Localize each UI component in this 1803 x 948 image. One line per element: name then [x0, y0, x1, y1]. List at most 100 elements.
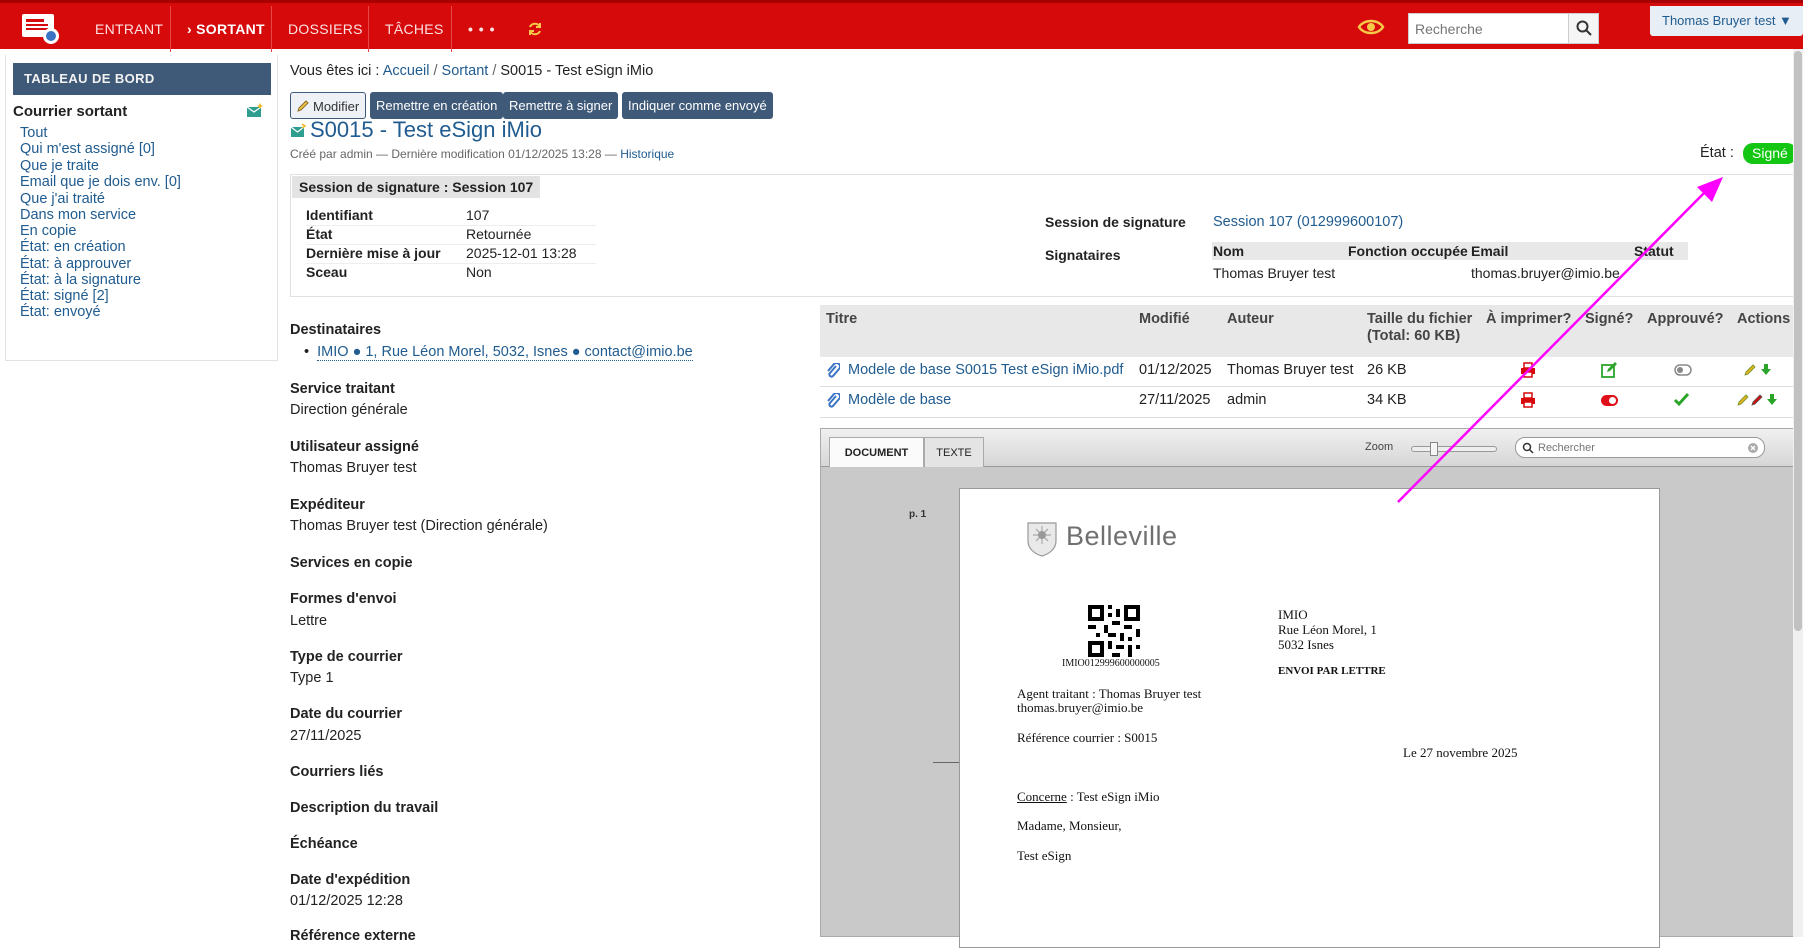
letter-date: Le 27 novembre 2025: [1403, 745, 1518, 760]
attachment-icon: [827, 363, 840, 378]
field-label-expediteur: Expéditeur: [290, 497, 365, 513]
field-value-service-traitant: Direction générale: [290, 402, 408, 418]
recipient-item: • IMIO ● 1, Rue Léon Morel, 5032, Isnes …: [304, 344, 693, 361]
state-label: État :: [1700, 145, 1734, 161]
breadcrumb-separator: /: [492, 63, 497, 79]
qr-code: [1088, 605, 1140, 657]
field-value-utilisateur: Thomas Bruyer test: [290, 460, 417, 476]
edit-red-pencil-icon[interactable]: [1751, 393, 1763, 406]
sidebar-item-signature[interactable]: État: à la signature: [20, 272, 141, 288]
session-field-value: Retournée: [466, 226, 532, 242]
edit-pencil-icon[interactable]: [1737, 393, 1749, 406]
edit-pencil-icon[interactable]: [1744, 363, 1756, 376]
search-box: [1408, 13, 1599, 44]
field-label-formes-envoi: Formes d'envoi: [290, 591, 397, 607]
session-field-label: Dernière mise à jour: [306, 245, 441, 261]
recipient-address: IMIO: [1278, 607, 1308, 622]
breadcrumb-prefix: Vous êtes ici :: [290, 63, 380, 79]
search-icon: [1576, 20, 1592, 36]
sidebar-item-copie[interactable]: En copie: [20, 223, 76, 239]
nav-more[interactable]: • • •: [451, 6, 511, 52]
sidebar-header[interactable]: TABLEAU DE BORD: [13, 63, 271, 95]
clear-icon[interactable]: [1747, 442, 1759, 454]
attachment-icon: [827, 393, 840, 408]
file-author: Thomas Bruyer test: [1227, 362, 1354, 378]
search-input[interactable]: [1409, 14, 1559, 43]
field-label-utilisateur: Utilisateur assigné: [290, 439, 419, 455]
sidebar-item-tout[interactable]: Tout: [20, 125, 47, 141]
sidebar-item-envoye[interactable]: État: envoyé: [20, 304, 101, 320]
field-value-formes-envoi: Lettre: [290, 613, 328, 629]
download-arrow-icon[interactable]: [1760, 363, 1772, 376]
sidebar-title: Courrier sortant: [13, 103, 128, 120]
breadcrumb-sortant[interactable]: Sortant: [442, 63, 489, 79]
signers-label: Signataires: [1045, 247, 1121, 263]
sidebar-item-email[interactable]: Email que je dois env. [0]: [20, 174, 181, 190]
session-field-label: Identifiant: [306, 207, 373, 223]
file-author: admin: [1227, 392, 1267, 408]
file-date: 27/11/2025: [1139, 392, 1211, 408]
tab-document[interactable]: DOCUMENT: [829, 437, 924, 467]
download-arrow-icon[interactable]: [1766, 393, 1778, 406]
search-button[interactable]: [1568, 14, 1598, 43]
sidebar: TABLEAU DE BORD Courrier sortant Tout Qu…: [5, 55, 278, 361]
envoi-type: ENVOI PAR LETTRE: [1278, 665, 1386, 677]
sidebar-item-approuver[interactable]: État: à approuver: [20, 256, 131, 272]
app-logo-icon[interactable]: [20, 11, 64, 45]
page-scrollbar[interactable]: [1793, 49, 1803, 937]
eye-icon[interactable]: [1357, 16, 1385, 38]
state-badge: Signé: [1743, 143, 1797, 164]
annotation-arrow: [1397, 177, 1723, 503]
sidebar-item-creation[interactable]: État: en création: [20, 239, 126, 255]
nav-entrant[interactable]: ENTRANT: [79, 6, 179, 52]
tab-texte[interactable]: TEXTE: [924, 437, 984, 467]
sidebar-item-que-je-traite[interactable]: Que je traite: [20, 158, 99, 174]
col-header-modifie: Modifié: [1133, 305, 1221, 357]
history-link[interactable]: Historique: [620, 147, 674, 161]
session-link-label: Session de signature: [1045, 214, 1186, 230]
concerne-label: Concerne: [1017, 789, 1067, 804]
session-link[interactable]: Session 107 (012999600107): [1213, 214, 1403, 230]
col-header-titre: Titre: [820, 305, 1133, 357]
letter-salutation: Madame, Monsieur,: [1017, 818, 1122, 833]
breadcrumb-home[interactable]: Accueil: [383, 63, 430, 79]
sidebar-item-assigned[interactable]: Qui m'est assigné [0]: [20, 141, 155, 157]
divider: [306, 263, 596, 264]
breadcrumb: Vous êtes ici : Accueil / Sortant / S001…: [290, 63, 653, 79]
modifier-button[interactable]: Modifier: [290, 92, 367, 119]
field-value-type-courrier: Type 1: [290, 670, 334, 686]
sidebar-item-service[interactable]: Dans mon service: [20, 207, 136, 223]
file-title-link[interactable]: Modèle de base: [848, 392, 951, 408]
session-title: Session de signature : Session 107: [292, 176, 541, 198]
fold-mark: [933, 762, 961, 763]
file-title-link[interactable]: Modele de base S0015 Test eSign iMio.pdf: [848, 362, 1123, 378]
nav-dossiers[interactable]: DOSSIERS: [271, 6, 379, 52]
new-mail-icon[interactable]: [246, 103, 264, 118]
zoom-label: Zoom: [1365, 441, 1394, 453]
signer-name: Thomas Bruyer test: [1213, 265, 1336, 281]
nav-sortant[interactable]: › SORTANT: [170, 6, 281, 52]
sidebar-item-signe[interactable]: État: signé [2]: [20, 288, 109, 304]
indiquer-envoye-button[interactable]: Indiquer comme envoyé: [622, 92, 773, 119]
refresh-icon[interactable]: [527, 21, 543, 37]
nav-taches[interactable]: TÂCHES: [368, 6, 460, 52]
modifier-label: Modifier: [313, 99, 360, 114]
qr-code-label: IMIO012999600000005: [1062, 658, 1160, 669]
scrollbar-thumb[interactable]: [1794, 51, 1802, 631]
recipient-link[interactable]: IMIO ● 1, Rue Léon Morel, 5032, Isnes ● …: [317, 344, 693, 361]
divider: [306, 225, 596, 226]
pencil-icon: [297, 100, 309, 112]
breadcrumb-separator: /: [433, 63, 438, 79]
field-label-courriers-lies: Courriers liés: [290, 764, 384, 780]
byline-text: Créé par admin — Dernière modification 0…: [290, 147, 617, 161]
field-label-services-copie: Services en copie: [290, 555, 413, 571]
user-menu[interactable]: Thomas Bruyer test ▼: [1650, 6, 1803, 36]
field-label-date-courrier: Date du courrier: [290, 706, 402, 722]
field-label-description: Description du travail: [290, 800, 439, 816]
recipient-address: 5032 Isnes: [1278, 637, 1334, 652]
field-label-destinataires: Destinataires: [290, 322, 382, 338]
remettre-creation-button[interactable]: Remettre en création: [370, 92, 504, 119]
remettre-signer-button[interactable]: Remettre à signer: [503, 92, 619, 119]
session-field-value: 107: [466, 207, 490, 223]
sidebar-item-traite[interactable]: Que j'ai traité: [20, 191, 105, 207]
